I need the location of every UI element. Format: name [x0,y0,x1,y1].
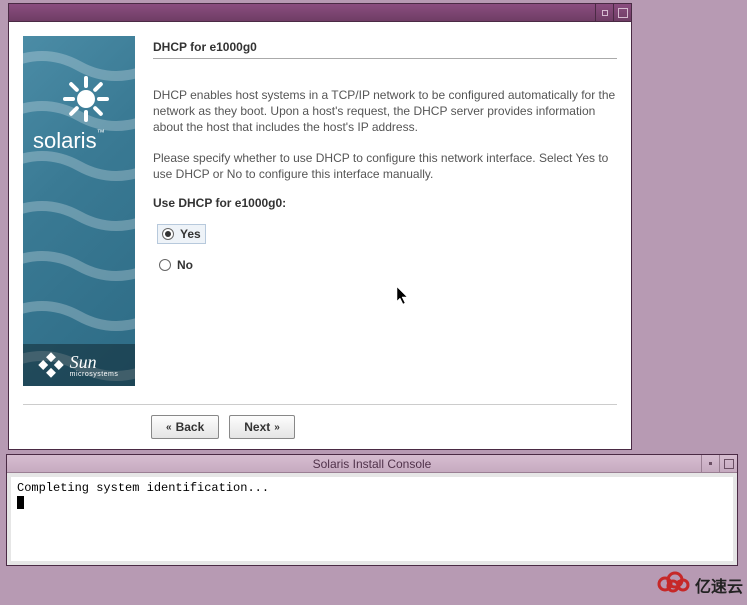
dhcp-question: Use DHCP for e1000g0: [153,196,617,210]
back-button-label: Back [176,420,205,434]
wizard-footer: « Back Next » [23,404,617,439]
console-output: Completing system identification... [7,473,737,565]
mouse-cursor-icon [397,287,409,305]
radio-no-label: No [177,258,193,272]
page-title: DHCP for e1000g0 [153,40,617,54]
sun-icon [65,78,107,120]
next-button-label: Next [244,420,270,434]
installer-window: solaris™ Sun microsystems DHCP for e1000… [8,3,632,450]
radio-no-icon [159,259,171,271]
watermark-text: 亿速云 [695,573,743,597]
description-para-1: DHCP enables host systems in a TCP/IP ne… [153,87,617,136]
radio-option-yes[interactable]: Yes [157,224,206,244]
description-para-2: Please specify whether to use DHCP to co… [153,150,617,182]
installer-body: solaris™ Sun microsystems DHCP for e1000… [9,22,631,449]
console-cursor [17,496,24,509]
title-divider [153,58,617,59]
maximize-button[interactable] [613,4,631,21]
chevron-right-icon: » [274,422,280,433]
radio-yes-icon [162,228,174,240]
next-button[interactable]: Next » [229,415,295,439]
console-window: Solaris Install Console Completing syste… [6,454,738,566]
solaris-logo-text: solaris™ [33,128,105,154]
cloud-icon [655,568,691,601]
back-button[interactable]: « Back [151,415,219,439]
installer-titlebar [9,4,631,22]
watermark: 亿速云 [655,568,743,601]
radio-option-no[interactable]: No [153,258,617,272]
console-minimize-button[interactable] [701,455,719,472]
console-titlebar: Solaris Install Console [7,455,737,473]
radio-yes-label: Yes [180,227,201,241]
chevron-left-icon: « [166,422,172,433]
minimize-button[interactable] [595,4,613,21]
console-line: Completing system identification... [17,481,727,495]
console-title-text: Solaris Install Console [313,457,432,471]
console-maximize-button[interactable] [719,455,737,472]
main-content: DHCP for e1000g0 DHCP enables host syste… [153,36,617,386]
sun-microsystems-logo: Sun microsystems [23,344,135,386]
brand-sidebar: solaris™ Sun microsystems [23,36,135,386]
